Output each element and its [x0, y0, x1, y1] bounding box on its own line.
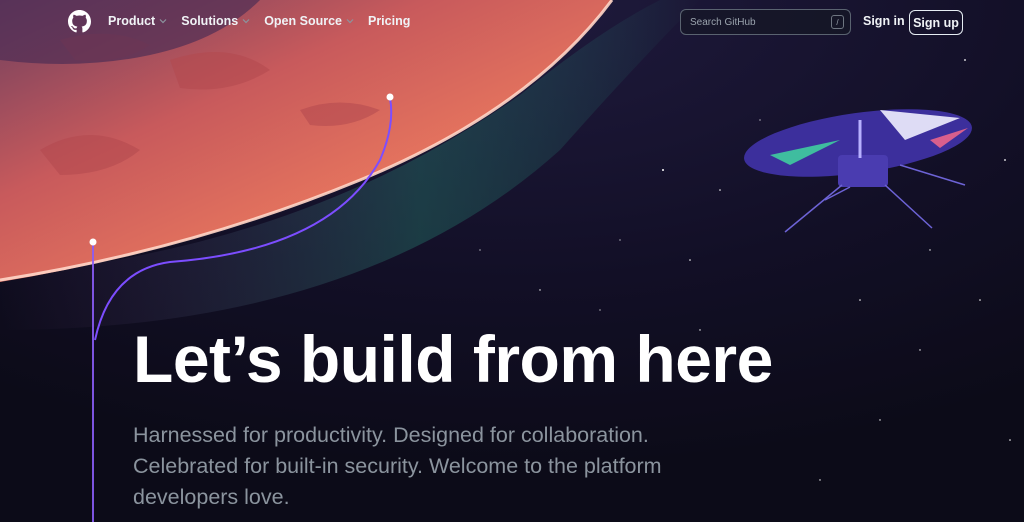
github-mark-icon[interactable]	[68, 10, 91, 33]
search-box[interactable]: /	[680, 9, 851, 35]
sign-in-link[interactable]: Sign in	[863, 14, 905, 28]
main-menu: Product Solutions Open Source Pricing	[108, 14, 424, 28]
sign-up-button[interactable]: Sign up	[909, 10, 963, 35]
search-input[interactable]	[690, 16, 831, 28]
hero-subheadline: Harnessed for productivity. Designed for…	[133, 423, 662, 509]
chevron-down-icon	[242, 19, 250, 24]
hero-headline: Let’s build from here	[133, 322, 773, 396]
nav-item-label: Product	[108, 14, 156, 28]
top-nav: Product Solutions Open Source Pricing / …	[0, 0, 1024, 44]
nav-item-solutions[interactable]: Solutions	[181, 14, 250, 28]
nav-item-label: Pricing	[367, 14, 411, 28]
trail-marker-left	[89, 238, 97, 246]
nav-item-label: Solutions	[181, 14, 239, 28]
nav-item-open-source[interactable]: Open Source	[264, 14, 354, 28]
nav-item-product[interactable]: Product	[108, 14, 167, 28]
nav-item-label: Open Source	[264, 14, 342, 28]
chevron-down-icon	[346, 19, 354, 24]
nav-item-pricing[interactable]: Pricing	[368, 14, 410, 28]
trail-marker-top	[386, 93, 394, 101]
drone-body	[838, 155, 888, 187]
chevron-down-icon	[159, 19, 167, 24]
slash-shortcut-key: /	[831, 15, 844, 29]
